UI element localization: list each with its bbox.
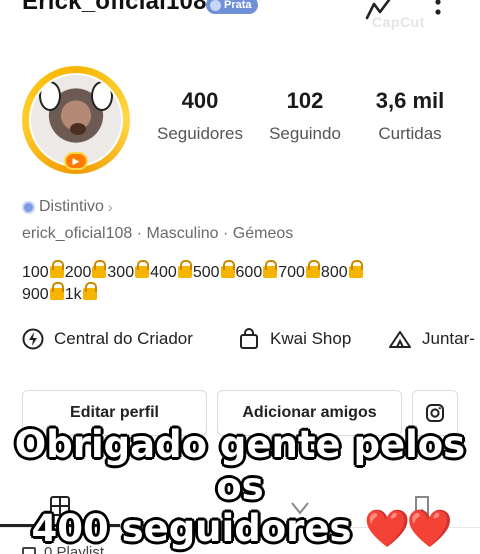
lock-icon	[348, 260, 363, 278]
dog-nose	[70, 123, 86, 135]
caption-line-2: 400 seguidores ❤️❤️	[31, 507, 452, 550]
zodiac-sign: Gémeos	[232, 225, 294, 242]
rank-badge[interactable]: Prata	[206, 0, 258, 14]
chevron-right-icon: ›	[107, 199, 113, 215]
followers-count: 400	[181, 88, 219, 113]
badge-icon	[210, 0, 221, 11]
likes-label: Curtidas	[378, 124, 442, 143]
distintivo-link[interactable]: Distintivo ›	[22, 198, 113, 216]
badge-label: Prata	[224, 0, 252, 11]
video-caption-overlay: Obrigado gente pelos os 400 seguidores ❤…	[0, 424, 480, 550]
lightning-icon	[22, 328, 44, 350]
stats-bar: 400 Seguidores 102 Seguindo 3,6 mil Curt…	[150, 88, 470, 148]
hearts-icon: ❤️❤️	[364, 507, 452, 550]
more-options-icon[interactable]	[428, 0, 448, 26]
lock-icon	[82, 282, 97, 300]
following-count: 102	[286, 88, 324, 113]
creator-center-link[interactable]: Central do Criador	[22, 328, 193, 350]
following-label: Seguindo	[269, 124, 341, 143]
followers-stat[interactable]: 400 Seguidores	[150, 88, 250, 144]
lock-icon	[305, 260, 320, 278]
likes-count: 3,6 mil	[375, 88, 445, 113]
caption-line-1: Obrigado gente pelos os	[14, 423, 466, 508]
kwai-shop-label: Kwai Shop	[270, 329, 352, 348]
join-label: Juntar-	[422, 329, 475, 348]
creator-actions: Central do Criador Kwai Shop Juntar-	[22, 328, 480, 354]
likes-stat[interactable]: 3,6 mil Curtidas	[360, 88, 460, 144]
avatar[interactable]: ▶	[22, 66, 130, 174]
profile-header: Erick_oficial108 Prata CapCut	[0, 0, 480, 30]
distintivo-label: Distintivo	[39, 198, 104, 215]
tent-icon	[389, 331, 411, 348]
dog-ear-left	[39, 81, 61, 111]
lock-icon	[220, 260, 235, 278]
instagram-icon	[426, 404, 444, 422]
distintivo-icon	[22, 200, 35, 214]
lock-icon	[92, 260, 107, 278]
live-play-icon: ▶	[64, 152, 88, 170]
bio: 100 200 300 400 500 600 700 800 900 1k	[22, 260, 462, 306]
kwai-shop-link[interactable]: Kwai Shop	[238, 328, 351, 350]
lock-icon	[49, 260, 64, 278]
username: Erick_oficial108	[22, 0, 207, 15]
followers-label: Seguidores	[156, 124, 243, 143]
shopping-bag-icon	[240, 328, 258, 349]
lock-icon	[49, 282, 64, 300]
creator-center-label: Central do Criador	[54, 329, 193, 348]
following-stat[interactable]: 102 Seguindo	[260, 88, 350, 144]
capcut-watermark: CapCut	[372, 14, 425, 30]
dog-ear-right	[91, 81, 113, 111]
gender: Masculino	[146, 225, 219, 242]
handle: erick_oficial108	[22, 225, 133, 242]
profile-meta: erick_oficial108 · Masculino · Gémeos	[22, 225, 294, 242]
lock-icon	[263, 260, 278, 278]
lock-icon	[177, 260, 192, 278]
lock-icon	[135, 260, 150, 278]
join-link[interactable]: Juntar-	[388, 328, 475, 350]
